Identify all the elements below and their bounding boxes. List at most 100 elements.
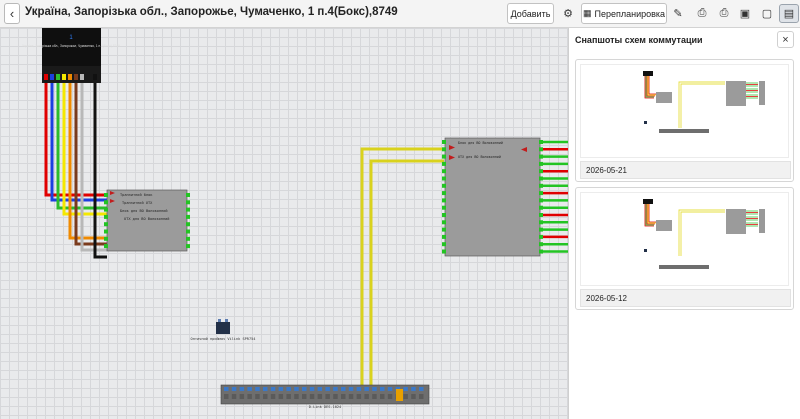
- splitter-block-b[interactable]: Блок для ВО Волоконний UTX для ВО Волоко…: [442, 137, 568, 257]
- add-button-label: Добавить: [510, 8, 551, 19]
- toolbar: ‹ Україна, Запорізька обл., Запорожье, Ч…: [0, 0, 800, 28]
- splitter-b-row-1: Блок для ВО Волоконний: [458, 141, 503, 145]
- settings-button[interactable]: ⚙: [558, 4, 578, 23]
- switch-port: [255, 387, 260, 391]
- switch-port: [403, 394, 408, 399]
- port: [442, 154, 446, 159]
- switch-port: [247, 394, 252, 399]
- switch-port: [333, 394, 338, 399]
- switch-port: [341, 387, 346, 391]
- switch-port: [309, 387, 315, 391]
- port: [442, 249, 446, 254]
- snapshots-panel: Снапшоты схем коммутации × 2026-05-21 20…: [568, 28, 800, 419]
- replan-button[interactable]: ▦ Перепланировка: [581, 3, 667, 24]
- fiber-bundle-a: [44, 83, 107, 259]
- switch-port: [411, 387, 416, 391]
- switch-port: [278, 394, 284, 399]
- layout-icon: ▦: [582, 8, 592, 18]
- cable-port: [80, 74, 84, 80]
- schema-canvas[interactable]: 1 Україна, Запорізька обл., Запорожье, Ч…: [0, 28, 568, 419]
- switch-port: [364, 387, 369, 391]
- port: [539, 140, 543, 144]
- port: [442, 234, 446, 239]
- port: [186, 236, 190, 241]
- switch-port: [325, 394, 330, 399]
- switch-port: [224, 387, 229, 391]
- cable-block[interactable]: 1 Україна, Запорізька обл., Запорожье, Ч…: [22, 28, 120, 83]
- replan-button-label: Перепланировка: [594, 8, 666, 19]
- page-title: Україна, Запорізька обл., Запорожье, Чум…: [25, 6, 398, 18]
- port: [539, 169, 543, 174]
- image-alt-button[interactable]: ▢: [757, 4, 777, 23]
- switch-port: [278, 387, 284, 391]
- splitter-block-a[interactable]: Транзитний блок Транзитний UTX Блок для …: [104, 189, 190, 252]
- switch-port: [380, 394, 385, 399]
- switch-port: [263, 387, 268, 391]
- snapshot-thumbnail: [580, 64, 789, 158]
- port: [104, 236, 108, 241]
- port: [186, 207, 190, 212]
- switch-port: [411, 394, 416, 399]
- splitter-a-row-4: UTX для ВО Волоконний: [124, 217, 169, 221]
- splitter-b-row-2: UTX для ВО Волоконний: [458, 155, 501, 159]
- port: [539, 198, 543, 203]
- port: [442, 191, 446, 196]
- port: [442, 140, 446, 144]
- port: [539, 249, 543, 254]
- switch-port: [231, 387, 237, 391]
- port: [442, 176, 446, 181]
- switch-port: [333, 387, 338, 391]
- add-button[interactable]: Добавить: [507, 3, 554, 24]
- switch-port: [224, 394, 229, 399]
- port: [186, 200, 190, 205]
- snapshot-thumbnail: [580, 192, 789, 286]
- device-label: Оптичний приймач Vilink SPR754: [191, 337, 256, 341]
- print-alt-button[interactable]: ⎙: [714, 4, 734, 23]
- panel-close-button[interactable]: ×: [777, 31, 794, 48]
- splitter-a-row-2: Транзитний UTX: [122, 201, 153, 205]
- switch-device[interactable]: D-Link DES-1024: [220, 384, 430, 409]
- snapshots-button[interactable]: ▤: [779, 4, 799, 23]
- thumbnail-diagram: [643, 71, 765, 133]
- snapshots-icon: ▤: [783, 8, 795, 20]
- switch-port: [270, 394, 276, 399]
- switch-port: [403, 387, 408, 391]
- print-button[interactable]: ⎙: [692, 4, 712, 23]
- switch-port: [255, 394, 260, 399]
- port: [186, 214, 190, 219]
- switch-port: [239, 387, 245, 391]
- switch-port: [294, 394, 299, 399]
- switch-port: [387, 387, 393, 391]
- image-button[interactable]: ▣: [735, 4, 755, 23]
- close-icon: ×: [782, 33, 789, 46]
- port: [442, 198, 446, 203]
- port: [186, 229, 190, 234]
- switch-port: [302, 387, 307, 391]
- fiber-line: [50, 83, 107, 202]
- splitter-a-row-3: Блок для ВО Волоконний: [120, 209, 168, 213]
- switch-port: [348, 387, 354, 391]
- switch-port: [380, 387, 385, 391]
- switch-port: [247, 387, 252, 391]
- cable-port: [50, 74, 54, 80]
- port: [539, 161, 543, 166]
- port: [104, 222, 108, 227]
- snapshot-card[interactable]: 2026-05-21: [575, 59, 794, 182]
- chevron-left-icon: ‹: [9, 6, 15, 21]
- port: [539, 154, 543, 159]
- cable-port: [93, 74, 97, 80]
- switch-port: [286, 394, 291, 399]
- optical-receiver-device[interactable]: Оптичний приймач Vilink SPR754: [191, 319, 256, 341]
- back-button[interactable]: ‹: [4, 3, 20, 24]
- edit-button[interactable]: ✎: [668, 4, 688, 23]
- switch-port: [317, 387, 323, 391]
- switch-port: [263, 394, 268, 399]
- port: [539, 234, 543, 239]
- port: [104, 214, 108, 219]
- port: [539, 213, 543, 217]
- switch-port: [356, 387, 362, 391]
- snapshot-card[interactable]: 2026-05-12: [575, 187, 794, 310]
- switch-label: D-Link DES-1024: [309, 405, 341, 409]
- image-alt-icon: ▢: [761, 8, 773, 20]
- switch-port: [356, 394, 362, 399]
